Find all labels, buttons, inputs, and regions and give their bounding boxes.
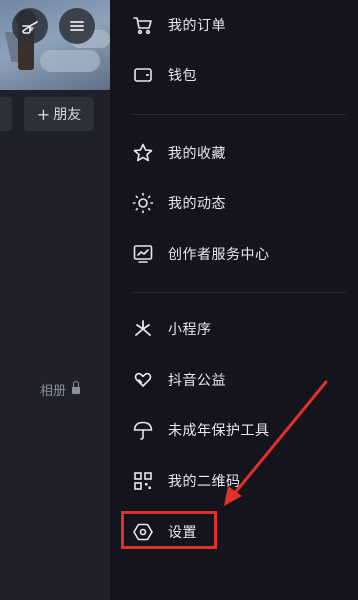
annotation-arrow xyxy=(224,380,328,506)
